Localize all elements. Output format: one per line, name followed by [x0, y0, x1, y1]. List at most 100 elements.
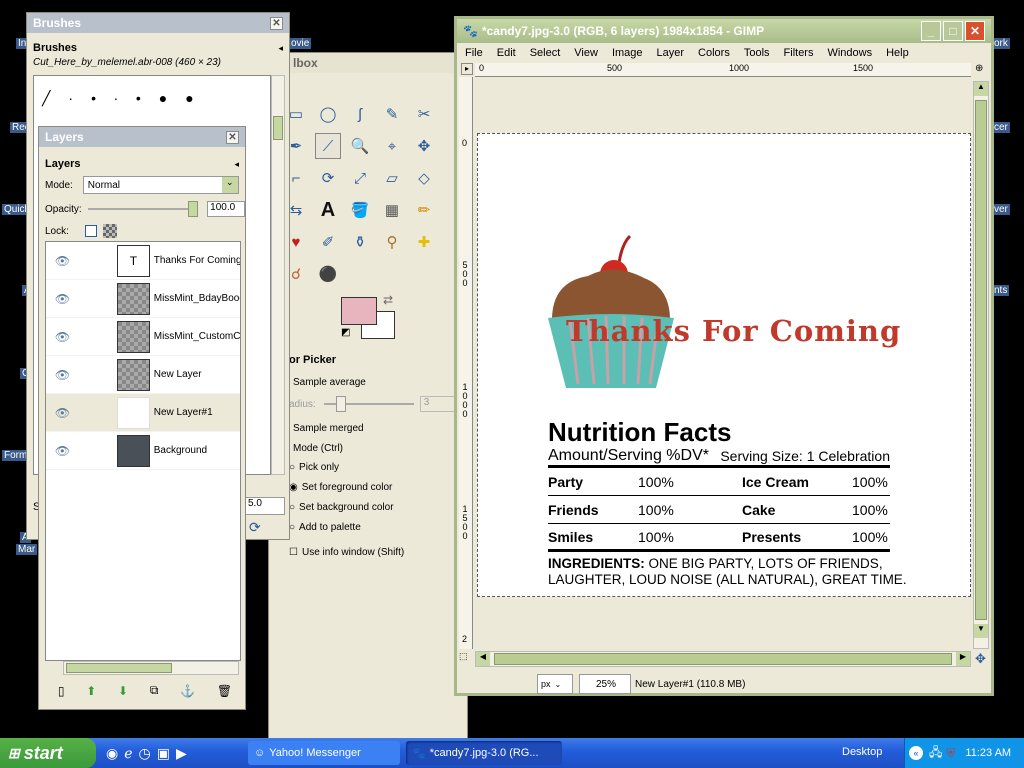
sample-average-label[interactable]: Sample average [293, 377, 366, 388]
eye-icon[interactable]: 👁 [52, 292, 73, 306]
menu-filters[interactable]: Filters [784, 47, 814, 59]
blend-icon[interactable]: ▦ [379, 197, 405, 223]
menu-image[interactable]: Image [612, 47, 643, 59]
raise-layer-icon[interactable]: ⬆ [86, 684, 96, 698]
bucket-fill-icon[interactable]: 🪣 [347, 197, 373, 223]
eye-icon[interactable]: 👁 [52, 330, 73, 344]
radius-input[interactable]: 3 [419, 396, 456, 412]
layer-row-selected[interactable]: 👁 New Layer#1 [46, 394, 240, 432]
layer-name[interactable]: New Layer#1 [154, 407, 240, 418]
ink-icon[interactable]: ⚱ [347, 229, 373, 255]
layer-row[interactable]: 👁 MissMint_BdayBoogi [46, 280, 240, 318]
menu-file[interactable]: File [465, 47, 483, 59]
layer-name[interactable]: Background [154, 445, 240, 456]
radius-slider-thumb[interactable] [335, 396, 346, 412]
minimize-icon[interactable]: _ [921, 21, 941, 41]
layer-row[interactable]: 👁 MissMint_CustomCar [46, 318, 240, 356]
rotate-icon[interactable]: ⟳ [315, 165, 341, 191]
menu-view[interactable]: View [574, 47, 598, 59]
app-icon[interactable]: ▣ [157, 745, 170, 762]
menu-layer[interactable]: Layer [657, 47, 685, 59]
menu-colors[interactable]: Colors [698, 47, 730, 59]
scroll-up-icon[interactable]: ▲ [974, 82, 988, 96]
vertical-scrollbar[interactable]: ▲ ▼ [973, 81, 989, 649]
move-icon[interactable]: ✥ [411, 133, 437, 159]
clone-icon[interactable]: ⚲ [379, 229, 405, 255]
heal-icon[interactable]: ✚ [411, 229, 437, 255]
opacity-slider-thumb[interactable] [187, 201, 198, 217]
eye-icon[interactable]: 👁 [52, 254, 73, 268]
maximize-icon[interactable]: □ [943, 21, 963, 41]
close-icon[interactable]: ✕ [270, 16, 283, 30]
airbrush-icon[interactable]: ✐ [315, 229, 341, 255]
desktop-toolbar-label[interactable]: Desktop [842, 746, 882, 758]
chrome-icon[interactable]: ◉ [106, 745, 118, 762]
desktop-icon-label[interactable]: ork [992, 38, 1010, 49]
radius-slider[interactable] [323, 396, 414, 412]
layers-hscrollbar[interactable] [63, 661, 239, 675]
dodge-burn-icon[interactable]: ⚫ [315, 261, 341, 287]
menu-arrow-icon[interactable]: ▸ [461, 63, 473, 75]
brushes-scrollbar-thumb[interactable] [273, 116, 283, 140]
color-picker-icon[interactable]: ⟋ [315, 133, 341, 159]
security-shield-icon[interactable]: ⛨ [946, 746, 955, 761]
mode-select[interactable]: Normal ⌄ [82, 176, 239, 194]
navigate-cross-icon[interactable]: ✥ [975, 651, 986, 667]
fuzzy-select-icon[interactable]: ✎ [379, 101, 405, 127]
brushes-menu-icon[interactable]: ◂ [278, 43, 283, 54]
close-icon[interactable]: ✕ [226, 130, 239, 144]
ie-icon[interactable]: ℯ [124, 745, 132, 762]
anchor-layer-icon[interactable]: ⚓ [180, 684, 195, 698]
clock[interactable]: 11:23 AM [965, 747, 1011, 759]
lock-alpha-icon[interactable] [102, 224, 117, 238]
delete-layer-icon[interactable]: 🗑 [217, 684, 232, 698]
pencil-icon[interactable]: ✏ [411, 197, 437, 223]
perspective-icon[interactable]: ◇ [411, 165, 437, 191]
horizontal-scrollbar-thumb[interactable] [494, 653, 952, 665]
text-tool-icon[interactable]: A [315, 197, 341, 223]
pick-only-label[interactable]: Pick only [299, 462, 339, 473]
desktop-icon-label[interactable]: cer [992, 122, 1010, 133]
duplicate-layer-icon[interactable]: ⧉ [150, 683, 159, 698]
toolbox-titlebar[interactable]: lbox [269, 53, 467, 73]
lower-layer-icon[interactable]: ⬇ [118, 684, 128, 698]
scale-icon[interactable]: ⤢ [347, 165, 373, 191]
opacity-slider[interactable] [87, 201, 198, 217]
horizontal-scrollbar[interactable]: ◀ ▶ [475, 651, 971, 667]
layers-hscrollbar-thumb[interactable] [66, 663, 172, 673]
chevron-down-icon[interactable]: ⌄ [555, 680, 562, 689]
zoom-corner-icon[interactable]: ⊕ [975, 63, 989, 77]
desktop-icon-label[interactable]: ovie [289, 38, 312, 49]
opacity-input[interactable]: 100.0 [207, 201, 245, 217]
free-select-icon[interactable]: ʃ [347, 101, 373, 127]
foreground-color-swatch[interactable] [341, 297, 377, 325]
chevron-down-icon[interactable]: ⌄ [221, 177, 238, 193]
scroll-left-icon[interactable]: ◀ [476, 652, 490, 666]
brush-spacing-input[interactable]: 5.0 [245, 497, 285, 515]
use-info-label[interactable]: Use info window (Shift) [302, 547, 404, 558]
menu-windows[interactable]: Windows [827, 47, 872, 59]
task-yahoo-messenger[interactable]: ☺ Yahoo! Messenger [248, 741, 400, 765]
layer-name[interactable]: New Layer [154, 369, 240, 380]
image-canvas[interactable]: Thanks For Coming Nutrition Facts Amount… [477, 133, 971, 597]
unit-select[interactable]: px ⌄ [537, 674, 573, 694]
swap-colors-icon[interactable]: ⇄ [383, 293, 393, 307]
use-info-checkbox[interactable]: ☐ [289, 547, 298, 558]
start-button[interactable]: ⊞ start [0, 738, 96, 768]
outlook-icon[interactable]: ◷ [139, 745, 151, 762]
zoom-icon[interactable]: 🔍 [347, 133, 373, 159]
tray-expand-icon[interactable]: « [909, 746, 923, 760]
eye-icon[interactable]: 👁 [52, 444, 73, 458]
task-gimp[interactable]: 🐾 *candy7.jpg-3.0 (RG... [406, 741, 562, 765]
zoom-select[interactable]: 25% [579, 674, 631, 694]
layer-name[interactable]: Thanks For Coming [154, 255, 240, 266]
layers-titlebar[interactable]: Layers ✕ [39, 127, 245, 147]
refresh-brushes-icon[interactable]: ⟳ [249, 519, 261, 536]
ellipse-select-icon[interactable]: ◯ [315, 101, 341, 127]
shear-icon[interactable]: ▱ [379, 165, 405, 191]
eye-icon[interactable]: 👁 [52, 406, 73, 420]
layer-row[interactable]: 👁 T Thanks For Coming [46, 242, 240, 280]
close-icon[interactable]: ✕ [965, 21, 985, 41]
new-layer-icon[interactable]: ▯ [58, 684, 65, 698]
eye-icon[interactable]: 👁 [52, 368, 73, 382]
